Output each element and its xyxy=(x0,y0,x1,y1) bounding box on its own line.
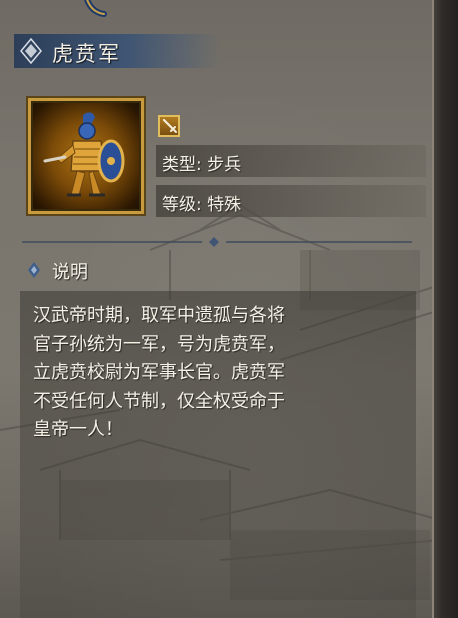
diamond-icon xyxy=(20,38,42,64)
diamond-bullet-icon xyxy=(28,262,40,278)
panel-right-frame xyxy=(432,0,458,618)
unit-info-panel: 虎贲军 类型: 步兵 等级: 特殊 说明 汉武帝时期，取军中遗孤与各将 官子孙统… xyxy=(0,0,458,618)
unit-portrait xyxy=(28,98,144,214)
section-divider xyxy=(22,237,412,247)
unit-type-text: 类型: 步兵 xyxy=(162,155,242,175)
scroll-ornament-icon xyxy=(84,0,107,17)
armored-soldier-icon xyxy=(43,112,125,197)
unit-type-sword-icon xyxy=(158,115,180,137)
description-title: 说明 xyxy=(52,262,88,283)
unit-level-text: 等级: 特殊 xyxy=(162,195,242,215)
description-text: 汉武帝时期，取军中遗孤与各将 官子孙统为一军，号为虎贲军， 立虎贲校尉为军事长官… xyxy=(33,305,285,440)
unit-name: 虎贲军 xyxy=(52,42,121,66)
sword-icon xyxy=(162,118,177,133)
